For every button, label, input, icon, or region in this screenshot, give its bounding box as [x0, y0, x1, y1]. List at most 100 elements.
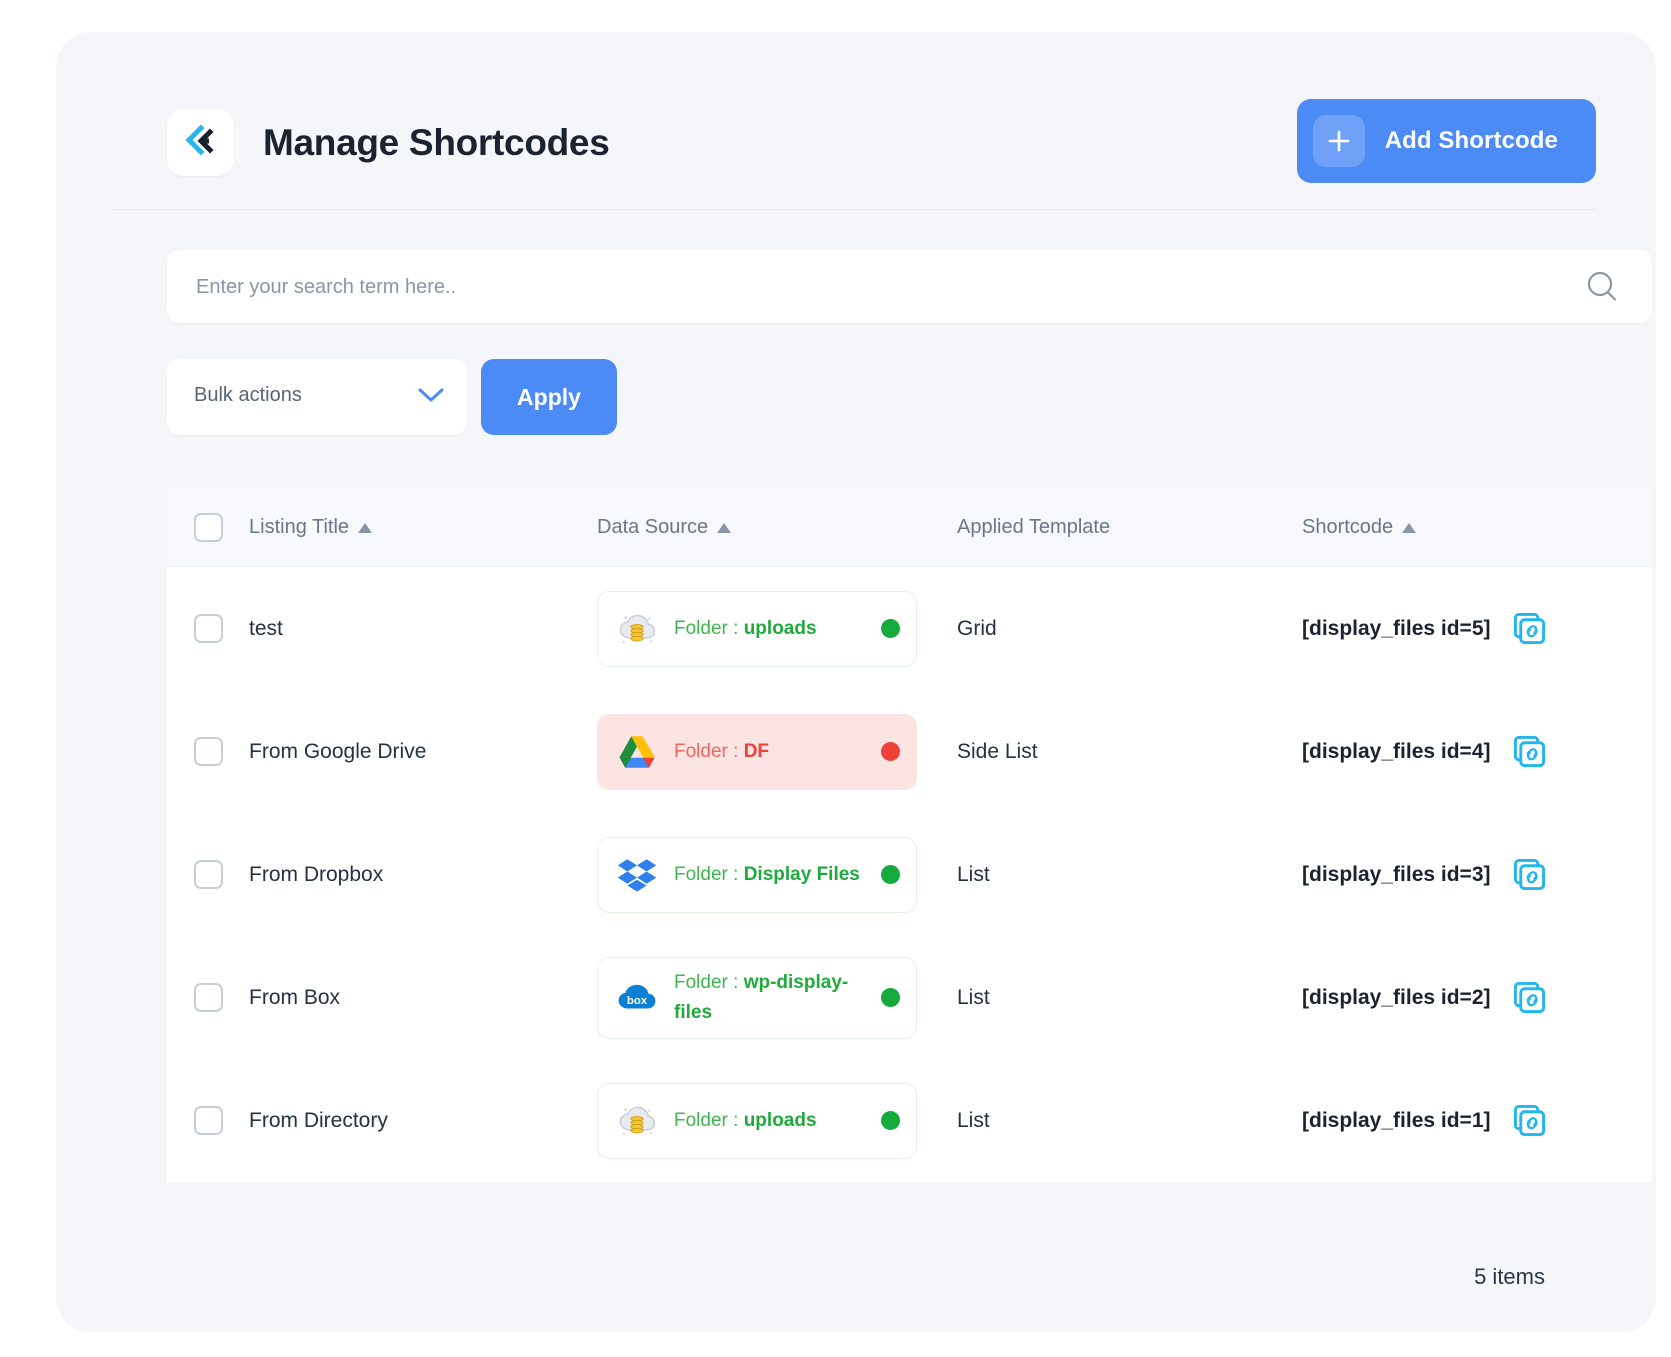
add-shortcode-button[interactable]: Add Shortcode [1297, 99, 1596, 183]
header-shortcode[interactable]: Shortcode [1302, 516, 1652, 539]
bulk-actions-label: Bulk actions [194, 384, 302, 407]
table-body: test Folder : uploads Grid [display_file… [167, 567, 1652, 1182]
row-applied-template: Side List [957, 740, 1302, 764]
row-shortcode: [display_files id=1] [1302, 1104, 1652, 1137]
row-checkbox[interactable] [194, 1106, 223, 1135]
data-source-pill[interactable]: Folder : Display Files [597, 837, 917, 913]
sort-asc-icon [1402, 523, 1416, 533]
table-row: From Directory Folder : uploads List [di… [167, 1059, 1652, 1182]
folder-prefix: Folder : [674, 864, 744, 885]
shortcodes-table: Listing Title Data Source Applied Templa… [167, 489, 1652, 1182]
row-select-cell [167, 983, 249, 1012]
apply-button[interactable]: Apply [481, 359, 617, 435]
row-checkbox[interactable] [194, 614, 223, 643]
header-shortcode-label: Shortcode [1302, 516, 1393, 539]
data-source-pill[interactable]: Folder : DF [597, 714, 917, 790]
data-source-text: Folder : Display Files [674, 860, 865, 890]
search-bar[interactable] [167, 250, 1652, 323]
row-checkbox[interactable] [194, 983, 223, 1012]
row-data-source: Folder : uploads [597, 591, 957, 667]
row-listing-title: From Directory [249, 1109, 597, 1133]
data-source-text: Folder : uploads [674, 1106, 865, 1136]
row-data-source: Folder : DF [597, 714, 957, 790]
row-applied-template: List [957, 986, 1302, 1010]
data-source-pill[interactable]: Folder : wp-display-files [597, 957, 917, 1039]
sort-asc-icon [717, 523, 731, 533]
data-source-text: Folder : uploads [674, 614, 865, 644]
page-header: Manage Shortcodes Add Shortcode [111, 79, 1596, 210]
row-shortcode: [display_files id=4] [1302, 735, 1652, 768]
copy-link-icon[interactable] [1513, 858, 1546, 891]
shortcode-text: [display_files id=3] [1302, 863, 1491, 887]
status-dot [881, 865, 900, 884]
search-icon[interactable] [1584, 269, 1620, 305]
copy-link-icon[interactable] [1513, 981, 1546, 1014]
folder-prefix: Folder : [674, 972, 744, 993]
row-shortcode: [display_files id=5] [1302, 612, 1652, 645]
row-checkbox[interactable] [194, 737, 223, 766]
row-select-cell [167, 1106, 249, 1135]
row-data-source: Folder : wp-display-files [597, 957, 957, 1039]
row-listing-title: From Box [249, 986, 597, 1010]
folder-name: uploads [744, 618, 817, 639]
dropbox-icon [616, 854, 658, 896]
row-select-cell [167, 860, 249, 889]
row-listing-title: From Dropbox [249, 863, 597, 887]
data-source-text: Folder : wp-display-files [674, 968, 865, 1028]
header-data-source-label: Data Source [597, 516, 708, 539]
shortcode-text: [display_files id=4] [1302, 740, 1491, 764]
status-dot [881, 619, 900, 638]
shortcode-text: [display_files id=5] [1302, 617, 1491, 641]
row-data-source: Folder : Display Files [597, 837, 957, 913]
chevron-down-icon [417, 386, 445, 404]
box-icon [616, 977, 658, 1019]
table-row: test Folder : uploads Grid [display_file… [167, 567, 1652, 690]
folder-prefix: Folder : [674, 1110, 744, 1131]
page-root: Manage Shortcodes Add Shortcode [0, 0, 1671, 1357]
local-cloud-icon [616, 1100, 658, 1142]
header-listing-title[interactable]: Listing Title [249, 516, 597, 539]
status-dot [881, 1111, 900, 1130]
folder-name: uploads [744, 1110, 817, 1131]
folder-name: Display Files [744, 864, 860, 885]
copy-link-icon[interactable] [1513, 612, 1546, 645]
select-all-cell [167, 513, 249, 542]
bulk-actions-select[interactable]: Bulk actions [167, 359, 467, 435]
header-applied-template: Applied Template [957, 516, 1302, 539]
table-row: From Google Drive Folder : DF Side List … [167, 690, 1652, 813]
add-shortcode-label: Add Shortcode [1385, 127, 1558, 155]
folder-prefix: Folder : [674, 741, 744, 762]
main-panel: Manage Shortcodes Add Shortcode [56, 32, 1656, 1332]
header-data-source[interactable]: Data Source [597, 516, 957, 539]
row-applied-template: Grid [957, 617, 1302, 641]
header-listing-title-label: Listing Title [249, 516, 349, 539]
plus-icon [1313, 115, 1365, 167]
row-applied-template: List [957, 863, 1302, 887]
select-all-checkbox[interactable] [194, 513, 223, 542]
row-select-cell [167, 614, 249, 643]
row-checkbox[interactable] [194, 860, 223, 889]
row-applied-template: List [957, 1109, 1302, 1133]
google-drive-icon [616, 731, 658, 773]
row-data-source: Folder : uploads [597, 1083, 957, 1159]
row-shortcode: [display_files id=2] [1302, 981, 1652, 1014]
items-count: 5 items [1474, 1264, 1545, 1290]
row-select-cell [167, 737, 249, 766]
header-applied-template-label: Applied Template [957, 516, 1110, 539]
table-header-row: Listing Title Data Source Applied Templa… [167, 489, 1652, 567]
search-input[interactable] [194, 250, 1528, 325]
row-listing-title: From Google Drive [249, 740, 597, 764]
row-listing-title: test [249, 617, 597, 641]
copy-link-icon[interactable] [1513, 735, 1546, 768]
local-cloud-icon [616, 608, 658, 650]
status-dot [881, 988, 900, 1007]
data-source-pill[interactable]: Folder : uploads [597, 591, 917, 667]
app-logo-tile [167, 109, 234, 176]
sort-asc-icon [358, 523, 372, 533]
data-source-pill[interactable]: Folder : uploads [597, 1083, 917, 1159]
page-title: Manage Shortcodes [263, 120, 609, 166]
folder-name: DF [744, 741, 769, 762]
shortcode-text: [display_files id=1] [1302, 1109, 1491, 1133]
copy-link-icon[interactable] [1513, 1104, 1546, 1137]
data-source-text: Folder : DF [674, 737, 865, 767]
